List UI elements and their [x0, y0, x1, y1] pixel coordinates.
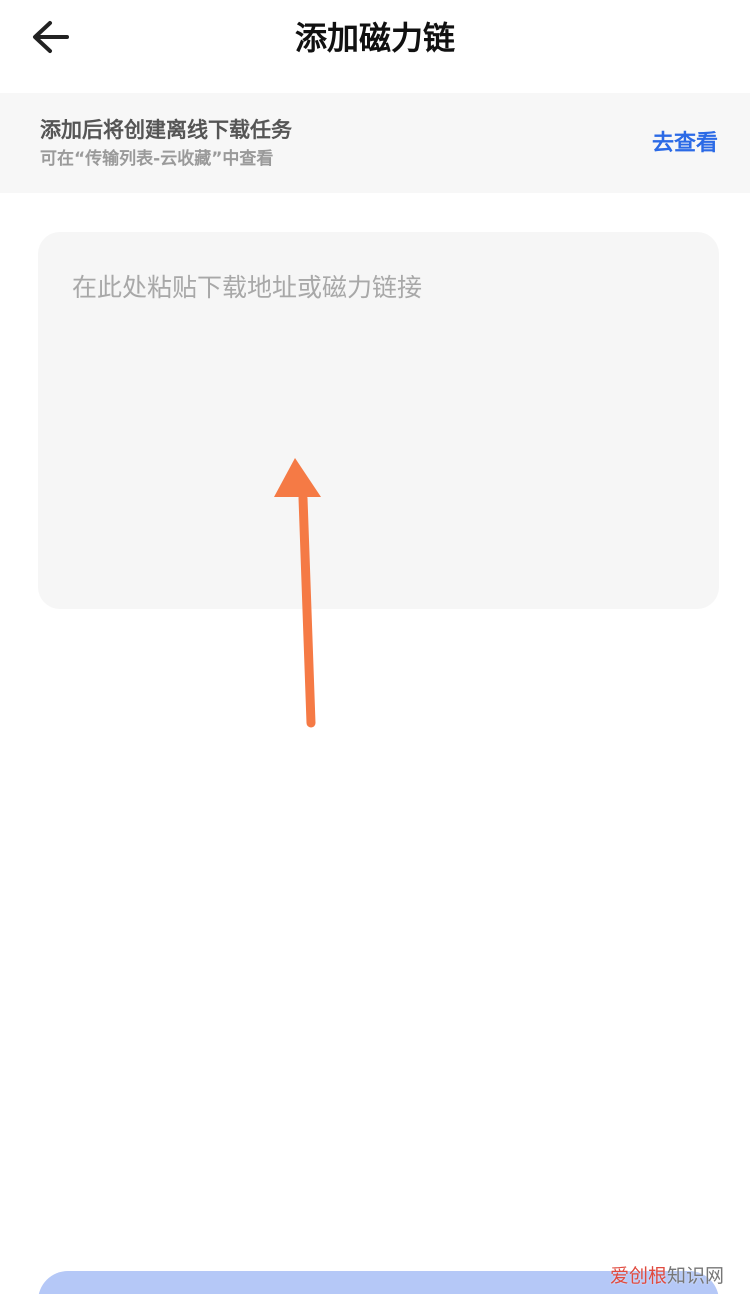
- watermark-suffix: 知识网: [666, 1265, 724, 1287]
- banner-title: 添加后将创建离线下载任务: [40, 118, 292, 142]
- watermark-brand: 爱创根: [609, 1265, 667, 1287]
- page-title: 添加磁力链: [294, 19, 455, 57]
- add-magnet-link-page: 添加磁力链 添加后将创建离线下载任务 可在“传输列表-云收藏”中查看 去查看 爱…: [0, 0, 750, 1294]
- watermark: 爱创根知识网: [610, 1263, 724, 1289]
- view-link[interactable]: 去查看: [652, 129, 718, 159]
- info-banner: 添加后将创建离线下载任务 可在“传输列表-云收藏”中查看 去查看: [0, 93, 750, 193]
- header-bar: 添加磁力链: [0, 0, 750, 92]
- magnet-link-input[interactable]: [38, 232, 719, 609]
- banner-subtitle: 可在“传输列表-云收藏”中查看: [40, 149, 274, 169]
- annotation-arrow-icon: [274, 458, 321, 728]
